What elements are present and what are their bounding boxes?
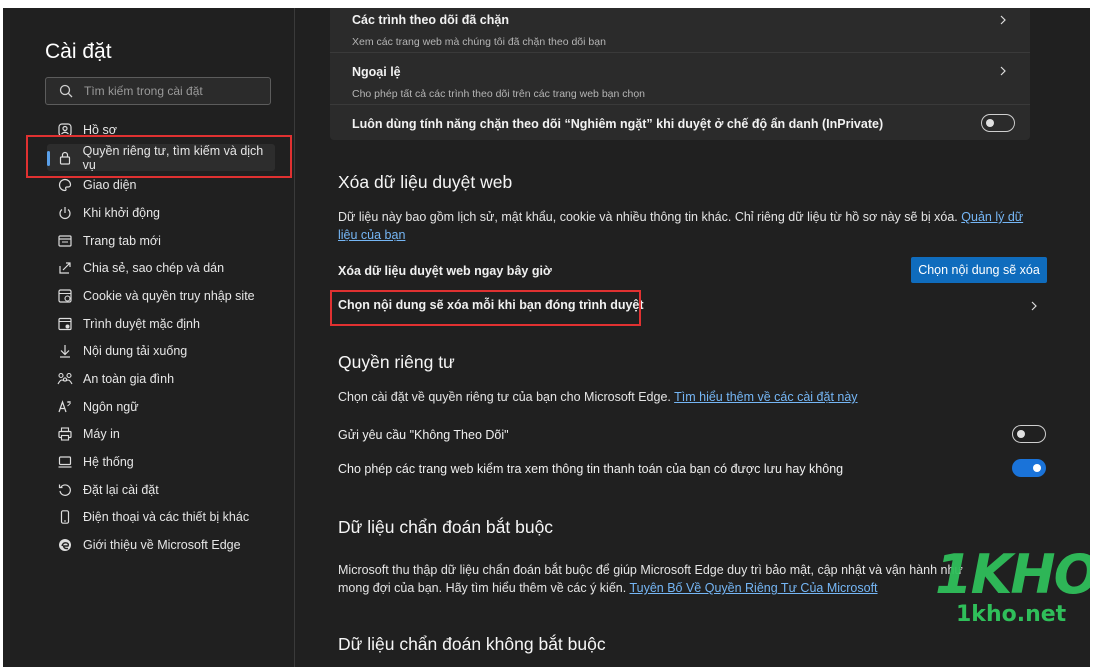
sidebar-item-new-tab[interactable]: Trang tab mới <box>47 227 277 255</box>
clear-now-label: Xóa dữ liệu duyệt web ngay bây giờ <box>338 264 552 278</box>
sidebar-item-startup[interactable]: Khi khởi động <box>47 199 277 227</box>
row-title: Ngoại lệ <box>352 65 401 79</box>
chevron-right-icon <box>1000 66 1006 76</box>
sidebar: Cài đặt Hồ sơ Quyền riêng tư, tìm kiếm v… <box>3 8 295 667</box>
new-tab-icon <box>57 233 73 249</box>
settings-title: Cài đặt <box>45 40 112 63</box>
sidebar-item-label: Trình duyệt mặc định <box>83 316 200 331</box>
payment-check-label: Cho phép các trang web kiểm tra xem thôn… <box>338 462 844 476</box>
watermark-url: 1kho.net <box>956 602 1067 627</box>
payment-check-toggle[interactable] <box>1012 459 1046 477</box>
appearance-icon <box>57 177 73 193</box>
sidebar-item-label: Giao diện <box>83 178 137 193</box>
system-icon <box>57 454 73 470</box>
phone-icon <box>57 509 73 525</box>
download-icon <box>57 343 73 359</box>
row-subtitle: Cho phép tất cả các trình theo dõi trên … <box>352 88 646 100</box>
sidebar-item-default-browser[interactable]: Trình duyệt mặc định <box>47 310 277 338</box>
description-text: Chọn cài đặt về quyền riêng tư của bạn c… <box>338 390 671 404</box>
sidebar-item-printers[interactable]: Máy in <box>47 421 277 449</box>
toggle-knob <box>986 119 994 127</box>
family-icon <box>57 371 73 387</box>
sidebar-item-reset[interactable]: Đặt lại cài đặt <box>47 476 277 504</box>
sidebar-item-share[interactable]: Chia sẻ, sao chép và dán <box>47 254 277 282</box>
reset-icon <box>57 482 73 498</box>
share-icon <box>57 260 73 276</box>
strict-inprivate-toggle[interactable] <box>981 114 1015 132</box>
row-subtitle: Xem các trang web mà chúng tôi đã chặn t… <box>352 36 606 48</box>
privacy-description: Chọn cài đặt về quyền riêng tư của bạn c… <box>338 388 1038 406</box>
highlight-box <box>330 290 641 326</box>
do-not-track-label: Gửi yêu cầu "Không Theo Dõi" <box>338 428 509 442</box>
choose-what-to-clear-button[interactable]: Chọn nội dung sẽ xóa <box>911 257 1047 283</box>
sidebar-item-system[interactable]: Hệ thống <box>47 448 277 476</box>
diag-required-description: Microsoft thu thập dữ liệu chẩn đoán bắt… <box>338 561 983 597</box>
toggle-knob <box>1033 464 1041 472</box>
language-icon <box>57 399 73 415</box>
sidebar-item-phone[interactable]: Điện thoại và các thiết bị khác <box>47 504 277 532</box>
divider <box>330 52 1030 53</box>
chevron-right-icon <box>1031 301 1037 311</box>
privacy-heading: Quyền riêng tư <box>338 352 455 372</box>
cookie-icon <box>57 288 73 304</box>
search-input[interactable] <box>84 78 264 104</box>
sidebar-item-label: Ngôn ngữ <box>83 399 139 414</box>
exceptions-row[interactable]: Ngoại lệ Cho phép tất cả các trình theo … <box>352 65 1016 100</box>
sidebar-item-label: Khi khởi động <box>83 205 160 220</box>
highlight-box <box>26 135 292 178</box>
toggle-knob <box>1017 430 1025 438</box>
search-icon <box>59 84 73 98</box>
sidebar-item-label: Hệ thống <box>83 455 134 470</box>
sidebar-nav: Hồ sơ Quyền riêng tư, tìm kiếm và dịch v… <box>47 116 277 559</box>
sidebar-item-downloads[interactable]: Nội dung tải xuống <box>47 338 277 366</box>
printer-icon <box>57 426 73 442</box>
search-box[interactable] <box>45 77 271 105</box>
tracking-card: Các trình theo dõi đã chặn Xem các trang… <box>330 8 1030 140</box>
sidebar-item-label: Máy in <box>83 427 120 442</box>
clear-data-description: Dữ liệu này bao gồm lịch sử, mật khẩu, c… <box>338 208 1038 244</box>
edge-icon <box>57 537 73 553</box>
do-not-track-toggle[interactable] <box>1012 425 1046 443</box>
blocked-trackers-row[interactable]: Các trình theo dõi đã chặn Xem các trang… <box>352 13 1016 48</box>
sidebar-item-label: Đặt lại cài đặt <box>83 482 159 497</box>
sidebar-item-label: Điện thoại và các thiết bị khác <box>83 510 250 525</box>
sidebar-item-label: Chia sẻ, sao chép và dán <box>83 261 225 276</box>
sidebar-item-family[interactable]: An toàn gia đình <box>47 365 277 393</box>
sidebar-item-about[interactable]: Giới thiệu về Microsoft Edge <box>47 531 277 559</box>
learn-more-link[interactable]: Tìm hiểu thêm về các cài đặt này <box>674 390 857 404</box>
sidebar-item-label: Nội dung tải xuống <box>83 344 188 359</box>
sidebar-item-label: Trang tab mới <box>83 233 161 248</box>
watermark-logo: 1KHO <box>935 543 1090 606</box>
sidebar-item-cookies[interactable]: Cookie và quyền truy nhập site <box>47 282 277 310</box>
chevron-right-icon <box>1000 15 1006 25</box>
sidebar-item-label: Cookie và quyền truy nhập site <box>83 288 255 303</box>
clear-data-heading: Xóa dữ liệu duyệt web <box>338 172 513 192</box>
row-title: Luôn dùng tính năng chặn theo dõi “Nghiê… <box>352 117 884 131</box>
sidebar-item-label: Giới thiệu về Microsoft Edge <box>83 538 241 553</box>
sidebar-item-label: An toàn gia đình <box>83 372 175 387</box>
sidebar-item-languages[interactable]: Ngôn ngữ <box>47 393 277 421</box>
diag-required-heading: Dữ liệu chẩn đoán bắt buộc <box>338 517 554 537</box>
power-icon <box>57 205 73 221</box>
row-title: Các trình theo dõi đã chặn <box>352 13 509 27</box>
diag-optional-heading: Dữ liệu chẩn đoán không bắt buộc <box>338 634 606 654</box>
description-text: Dữ liệu này bao gồm lịch sử, mật khẩu, c… <box>338 210 958 224</box>
privacy-statement-link[interactable]: Tuyên Bố Về Quyền Riêng Tư Của Microsoft <box>629 581 877 595</box>
settings-window: Cài đặt Hồ sơ Quyền riêng tư, tìm kiếm v… <box>3 8 1090 667</box>
browser-icon <box>57 316 73 332</box>
divider <box>330 104 1030 105</box>
strict-inprivate-row: Luôn dùng tính năng chặn theo dõi “Nghiê… <box>352 117 1016 131</box>
